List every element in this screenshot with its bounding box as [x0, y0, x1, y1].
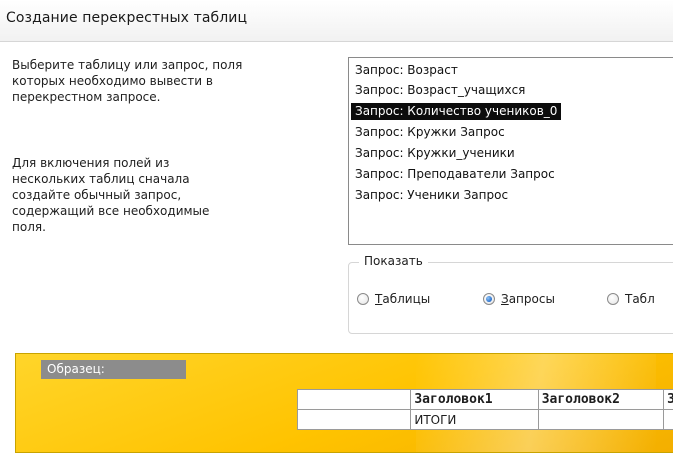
radio-button-icon[interactable] [607, 293, 619, 305]
grid-corner-cell [296, 389, 412, 410]
grid-row-label: ИТОГИ [410, 409, 539, 430]
list-item[interactable]: Запрос: Ученики Запрос [351, 187, 512, 204]
multi-table-hint-text: Для включения полей из нескольких таблиц… [12, 156, 210, 234]
grid-header-cell: Заголовок1 [410, 389, 539, 410]
grid-header-cell: Заголовок2 [537, 389, 665, 410]
list-item[interactable]: Запрос: Возраст [351, 62, 462, 79]
radio-both[interactable]: Табл [607, 292, 655, 306]
instruction-text: Выберите таблицу или запрос, поля которы… [12, 58, 243, 104]
radio-button-icon[interactable] [357, 293, 369, 305]
grid-header-cell: З [663, 389, 673, 410]
list-item[interactable]: Запрос: Кружки_ученики [351, 145, 519, 162]
source-listbox[interactable]: Запрос: Возраст Запрос: Возраст_учащихся… [348, 57, 673, 245]
show-group-legend: Показать [359, 254, 428, 268]
grid-cell [663, 409, 673, 430]
list-item[interactable]: Запрос: Возраст_учащихся [351, 82, 529, 99]
dialog-title-bar: Создание перекрестных таблиц [0, 0, 673, 42]
sample-grid: Заголовок1 Заголовок2 З ИТОГИ [296, 389, 673, 430]
grid-cell [537, 409, 665, 430]
grid-cell [296, 409, 412, 430]
radio-both-label: Табл [625, 292, 655, 306]
sample-label: Образец: [41, 360, 186, 379]
sample-preview: Образец: Заголовок1 Заголовок2 З ИТОГИ [15, 353, 673, 453]
list-item-selected[interactable]: Запрос: Количество учеников_0 [351, 103, 562, 120]
dialog-title: Создание перекрестных таблиц [6, 10, 248, 26]
list-item[interactable]: Запрос: Преподаватели Запрос [351, 166, 559, 183]
radio-queries-label: Запросы [501, 292, 555, 306]
radio-tables-label: Таблицы [375, 292, 431, 306]
radio-queries[interactable]: Запросы [483, 292, 555, 306]
list-item[interactable]: Запрос: Кружки Запрос [351, 124, 509, 141]
show-groupbox: Показать Таблицы Запросы Табл [348, 254, 673, 334]
radio-button-checked-icon[interactable] [483, 293, 495, 305]
radio-tables[interactable]: Таблицы [357, 292, 430, 306]
